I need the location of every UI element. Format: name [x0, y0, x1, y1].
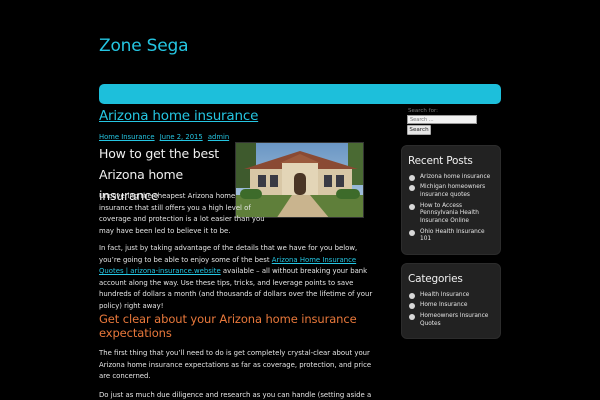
bullet-icon	[409, 303, 415, 310]
bullet-icon	[409, 293, 415, 299]
recent-posts-list: Arizona home insurance Michigan homeowne…	[402, 174, 500, 244]
category-item[interactable]: Homeowners Insurance Quotes	[402, 313, 500, 329]
post-paragraph-3: The first thing that you’ll need to do i…	[99, 349, 372, 381]
category-item[interactable]: Health Insurance	[402, 292, 500, 300]
category-label: Homeowners Insurance Quotes	[420, 312, 489, 327]
post-meta: Home Insurance June 2, 2015 admin	[99, 133, 232, 141]
category-label: Home Insurance	[420, 302, 468, 309]
bullet-icon	[409, 203, 415, 210]
site-title[interactable]: Zone Sega	[99, 36, 189, 56]
categories-widget: Categories Health Insurance Home Insuran…	[401, 263, 501, 339]
search-input[interactable]	[407, 115, 477, 124]
recent-post-item[interactable]: Michigan homeowners insurance quotes	[402, 184, 500, 200]
recent-post-label: How to Access Pennsylvania Health Insura…	[420, 202, 479, 225]
recent-post-label: Arizona home insurance	[420, 174, 491, 180]
category-item[interactable]: Home Insurance	[402, 302, 500, 310]
recent-post-label: Ohio Health Insurance 101	[420, 228, 485, 243]
post-author-link[interactable]: admin	[208, 133, 229, 141]
categories-title: Categories	[408, 273, 463, 285]
search-label: Search for:	[408, 108, 438, 114]
post-heading-2: Get clear about your Arizona home insura…	[99, 312, 357, 340]
navigation-bar	[99, 84, 501, 104]
search-button[interactable]: Search	[407, 125, 431, 135]
recent-posts-widget: Recent Posts Arizona home insurance Mich…	[401, 145, 501, 255]
post-category-link[interactable]: Home Insurance	[99, 133, 155, 141]
bullet-icon	[409, 313, 415, 320]
post-paragraph-2: In fact, just by taking advantage of the…	[99, 243, 375, 313]
recent-post-label: Michigan homeowners insurance quotes	[420, 184, 486, 199]
recent-posts-title: Recent Posts	[408, 155, 473, 167]
recent-post-item[interactable]: Arizona home insurance	[402, 174, 500, 182]
bullet-icon	[409, 229, 415, 236]
categories-list: Health Insurance Home Insurance Homeowne…	[402, 292, 500, 328]
post-paragraph-4: Do just as much due diligence and resear…	[99, 391, 372, 399]
bullet-icon	[409, 185, 415, 192]
post-paragraph-1: Uncovering the cheapest Arizona home ins…	[99, 192, 265, 235]
post-title-link[interactable]: Arizona home insurance	[99, 108, 258, 124]
category-label: Health Insurance	[420, 292, 470, 298]
recent-post-item[interactable]: Ohio Health Insurance 101	[402, 229, 500, 245]
recent-post-item[interactable]: How to Access Pennsylvania Health Insura…	[402, 203, 500, 226]
bullet-icon	[409, 175, 415, 181]
post-date-link[interactable]: June 2, 2015	[160, 133, 203, 141]
